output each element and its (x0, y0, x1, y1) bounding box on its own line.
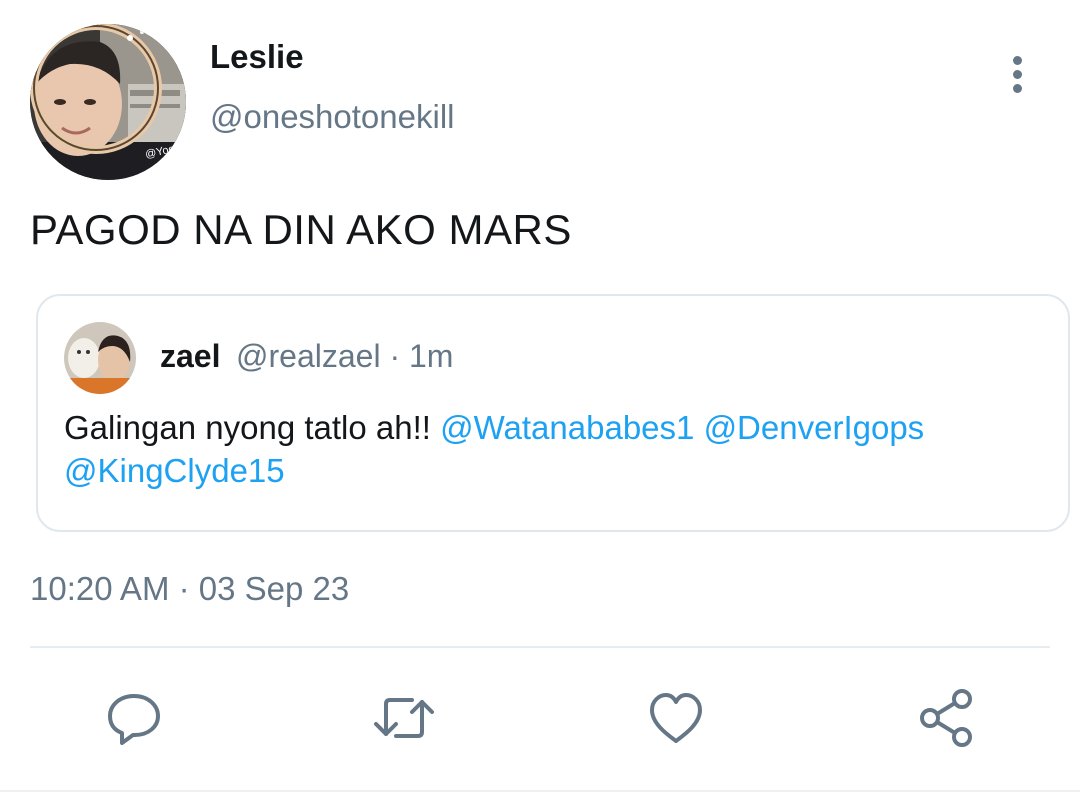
more-options-button[interactable] (1000, 52, 1034, 100)
more-dot-icon (1012, 70, 1022, 79)
quoted-tweet-body: Galingan nyong tatlo ah!! (64, 409, 441, 446)
mention-link[interactable]: @KingClyde15 (64, 452, 285, 489)
like-button[interactable] (644, 686, 708, 750)
quoted-avatar-photo (64, 322, 136, 394)
avatar-photo: @Yoondan (30, 24, 186, 180)
mention-link[interactable]: @DenverIgops (704, 409, 925, 446)
quoted-tweet-text: Galingan nyong tatlo ah!! @Watanababes1 … (64, 406, 1044, 492)
retweet-button[interactable] (372, 686, 436, 750)
mention-link[interactable]: @Watanababes1 (440, 409, 694, 446)
quoted-tweet-card[interactable]: zael @realzael · 1m Galingan nyong tatlo… (36, 294, 1070, 532)
author-handle[interactable]: @oneshotonekill (210, 98, 455, 136)
tweet-text: PAGOD NA DIN AKO MARS (30, 206, 572, 253)
quoted-author-meta: @realzael · 1m (236, 338, 454, 374)
share-icon (920, 689, 972, 747)
tweet-timestamp: 10:20 AM · 03 Sep 23 (30, 570, 350, 607)
author-display-name[interactable]: Leslie (210, 38, 304, 76)
retweet-icon (374, 698, 434, 738)
quoted-author-name[interactable]: zael (160, 338, 220, 375)
reply-button[interactable] (102, 686, 166, 750)
share-button[interactable] (914, 686, 978, 750)
more-dot-icon (1012, 56, 1022, 65)
like-icon (650, 693, 702, 743)
more-dot-icon (1012, 84, 1022, 93)
divider (30, 646, 1050, 648)
reply-icon (108, 694, 160, 745)
author-avatar[interactable]: @Yoondan (30, 24, 186, 180)
quoted-author-avatar[interactable] (64, 322, 136, 394)
bottom-divider (0, 790, 1080, 792)
